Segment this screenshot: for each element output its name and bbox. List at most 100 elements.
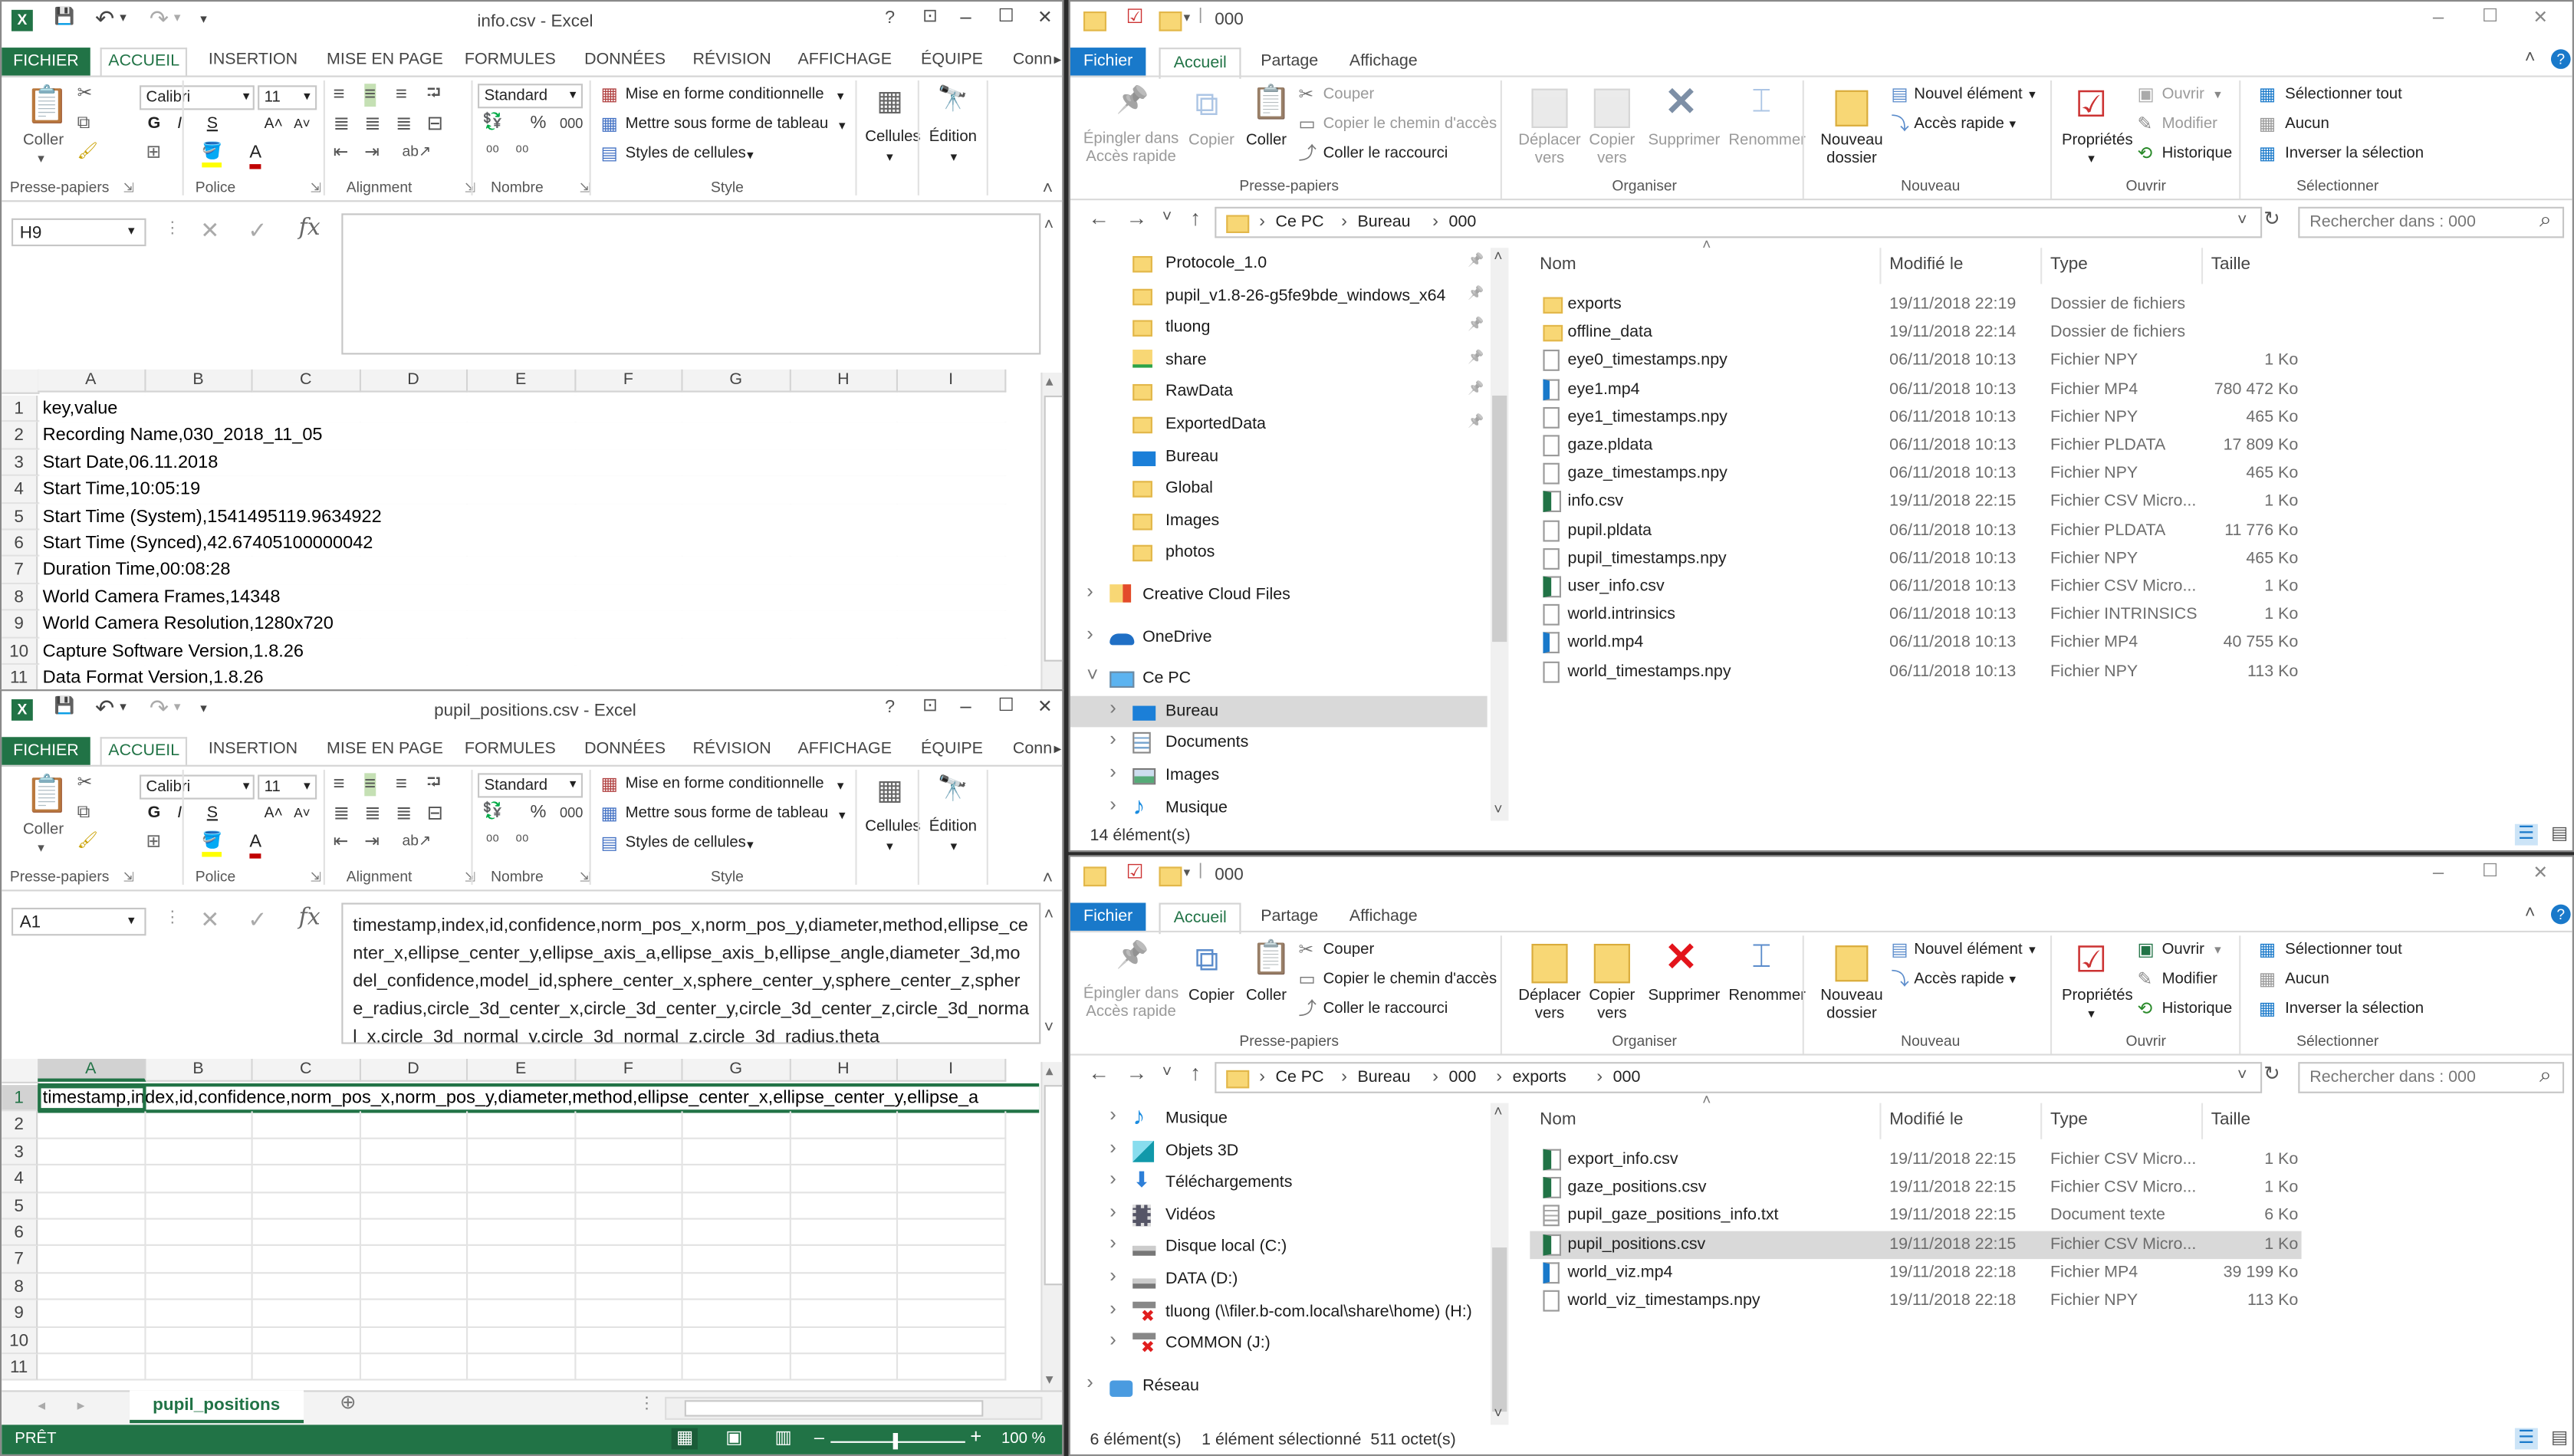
cells-icon[interactable]: ▦ — [876, 85, 902, 117]
expand-chevron-right-icon[interactable]: › — [1109, 1136, 1116, 1160]
align-left-icon[interactable]: ≣ — [334, 801, 350, 826]
easy-access-dropdown-icon[interactable]: ▾ — [2009, 971, 2016, 987]
cell-A1[interactable]: timestamp,index,id,confidence,norm_pos_x… — [38, 1083, 1040, 1114]
breadcrumb-000[interactable]: 000 — [1449, 1069, 1477, 1088]
cell[interactable] — [575, 1354, 683, 1382]
nav-item[interactable]: pupil_v1.8-26-g5fe9bde_windows_x64 📌 — [1070, 280, 1488, 311]
copy-path-icon[interactable]: ▭ — [1298, 970, 1315, 991]
customize-toolbar-icon[interactable]: ▾ — [1184, 865, 1191, 880]
cell[interactable] — [252, 1165, 360, 1193]
cell[interactable] — [468, 1246, 576, 1274]
cell[interactable] — [468, 1165, 576, 1193]
delete-icon[interactable]: ✕ — [1665, 935, 1698, 981]
cell[interactable] — [575, 1165, 683, 1193]
up-icon[interactable]: ↑ — [1190, 1060, 1201, 1086]
cell[interactable] — [790, 1192, 899, 1220]
invert-selection-button[interactable]: Inverser la sélection — [2285, 145, 2424, 164]
column-header-I[interactable]: I — [898, 369, 1006, 393]
cell-A11[interactable]: Data Format Version,1.8.26 — [39, 665, 1040, 690]
edit-icon[interactable]: ✎ — [2137, 970, 2152, 991]
vertical-scrollbar-thumb[interactable] — [1044, 395, 1063, 662]
copy-to-button[interactable]: Copier vers — [1576, 131, 1648, 169]
paste-dropdown-icon[interactable]: ▾ — [38, 151, 44, 166]
merge-center-icon[interactable]: ⊟ — [427, 112, 444, 136]
paste-shortcut-button[interactable]: Coller le raccourci — [1323, 1000, 1448, 1019]
paste-shortcut-icon[interactable]: ⤴ — [1298, 1000, 1317, 1021]
ribbon-display-icon[interactable]: ⊡ — [922, 696, 938, 717]
row-header-3[interactable]: 3 — [2, 449, 38, 477]
details-view-icon[interactable]: ☰ — [2514, 1428, 2538, 1449]
history-icon[interactable]: ⟲ — [2137, 1000, 2152, 1021]
select-all-button[interactable]: Sélectionner tout — [2285, 941, 2402, 960]
back-icon[interactable]: ← — [1088, 1060, 1109, 1086]
new-folder-button[interactable]: Nouveau dossier — [1816, 131, 1888, 169]
search-icon[interactable]: ⌕ — [2539, 1062, 2552, 1088]
file-row[interactable]: info.csv 19/11/2018 22:15 Fichier CSV Micr… — [1530, 488, 2301, 516]
cell[interactable] — [468, 1300, 576, 1328]
properties-button[interactable]: Propriétés — [2062, 131, 2133, 150]
forward-icon[interactable]: → — [1126, 1060, 1148, 1086]
copy-button[interactable]: Copier — [1188, 987, 1234, 1006]
tab-fichier[interactable]: Fichier — [1070, 48, 1146, 77]
font-name-dropdown-icon[interactable]: ▾ — [243, 778, 250, 794]
file-row[interactable]: offline_data 19/11/2018 22:14 Dossier de f… — [1530, 319, 2301, 347]
align-right-icon[interactable]: ≣ — [396, 801, 413, 826]
close-icon[interactable]: ✕ — [1037, 8, 1053, 29]
column-header-taille[interactable]: Taille — [2211, 255, 2250, 274]
wrap-text-icon[interactable]: ⮒ — [427, 84, 441, 104]
cell[interactable] — [145, 1139, 253, 1166]
tab-formules[interactable]: FORMULES — [458, 48, 562, 73]
orientation-icon[interactable]: ab↗ — [403, 143, 432, 159]
expand-chevron-right-icon[interactable]: › — [1109, 761, 1116, 784]
expand-chevron-right-icon[interactable]: › — [1109, 1264, 1116, 1289]
row-header-9[interactable]: 9 — [2, 1300, 38, 1328]
customize-toolbar-icon[interactable]: ▾ — [1184, 10, 1191, 25]
column-header-A[interactable]: A — [38, 1058, 146, 1082]
search-box[interactable]: Rechercher dans : 000 ⌕ — [2298, 206, 2565, 238]
history-button[interactable]: Historique — [2162, 145, 2233, 164]
properties-quick-icon[interactable]: ☑ — [1126, 860, 1144, 885]
paste-button[interactable]: Coller — [1246, 987, 1287, 1006]
nav-item[interactable]: ExportedData 📌 — [1070, 409, 1488, 440]
cell[interactable] — [575, 1300, 683, 1328]
cell[interactable] — [682, 1246, 791, 1274]
tab-données[interactable]: DONNÉES — [578, 737, 672, 762]
file-row[interactable]: gaze_timestamps.npy 06/11/2018 10:13 Fichi… — [1530, 460, 2301, 488]
conditional-format-dropdown-icon[interactable]: ▾ — [837, 778, 844, 794]
properties-icon[interactable]: ☑ — [2075, 84, 2107, 125]
cell[interactable] — [360, 1354, 468, 1382]
conditional-format-icon[interactable]: ▦ — [601, 775, 618, 796]
open-icon[interactable]: ▣ — [2137, 85, 2154, 106]
cell-styles-dropdown-icon[interactable]: ▾ — [747, 148, 754, 163]
expand-chevron-right-icon[interactable]: › — [1086, 622, 1093, 646]
decrease-decimal-icon[interactable]: ⁰⁰ — [515, 144, 528, 163]
row-header-7[interactable]: 7 — [2, 557, 38, 584]
tab-mise-en-page[interactable]: MISE EN PAGE — [320, 48, 449, 73]
recent-locations-icon[interactable]: ˅ — [1162, 1063, 1172, 1083]
format-painter-icon[interactable]: 🖌 — [77, 832, 98, 851]
easy-access-button[interactable]: Accès rapide — [1914, 115, 2004, 134]
history-icon[interactable]: ⟲ — [2137, 144, 2152, 165]
tab-insertion[interactable]: INSERTION — [202, 48, 304, 73]
cell[interactable] — [682, 1139, 791, 1166]
recent-locations-icon[interactable]: ˅ — [1162, 209, 1172, 228]
file-row[interactable]: world_viz_timestamps.npy 19/11/2018 22:18… — [1530, 1287, 2301, 1314]
nav-item[interactable]: tluong 📌 — [1070, 312, 1488, 343]
increase-decimal-icon[interactable]: ⁰⁰ — [486, 144, 499, 163]
align-left-icon[interactable]: ≣ — [334, 112, 350, 136]
cell[interactable] — [360, 1327, 468, 1355]
insert-function-button[interactable]: fx — [299, 215, 321, 241]
open-dropdown-icon[interactable]: ▾ — [2214, 942, 2221, 958]
cell[interactable] — [682, 1165, 791, 1193]
row-header-6[interactable]: 6 — [2, 530, 38, 557]
expand-chevron-right-icon[interactable]: › — [1109, 696, 1116, 720]
font-name-select[interactable]: Calibri — [139, 774, 255, 800]
orientation-icon[interactable]: ab↗ — [403, 832, 432, 849]
decrease-indent-icon[interactable]: ⇤ — [334, 832, 349, 853]
cell[interactable] — [575, 1219, 683, 1247]
row-header-8[interactable]: 8 — [2, 583, 38, 611]
cell[interactable] — [145, 1246, 253, 1274]
expand-chevron-right-icon[interactable]: › — [1109, 728, 1116, 752]
nav-item[interactable]: › ⬇ Téléchargements — [1070, 1168, 1488, 1199]
address-dropdown-icon[interactable]: ˅ — [2237, 212, 2247, 231]
